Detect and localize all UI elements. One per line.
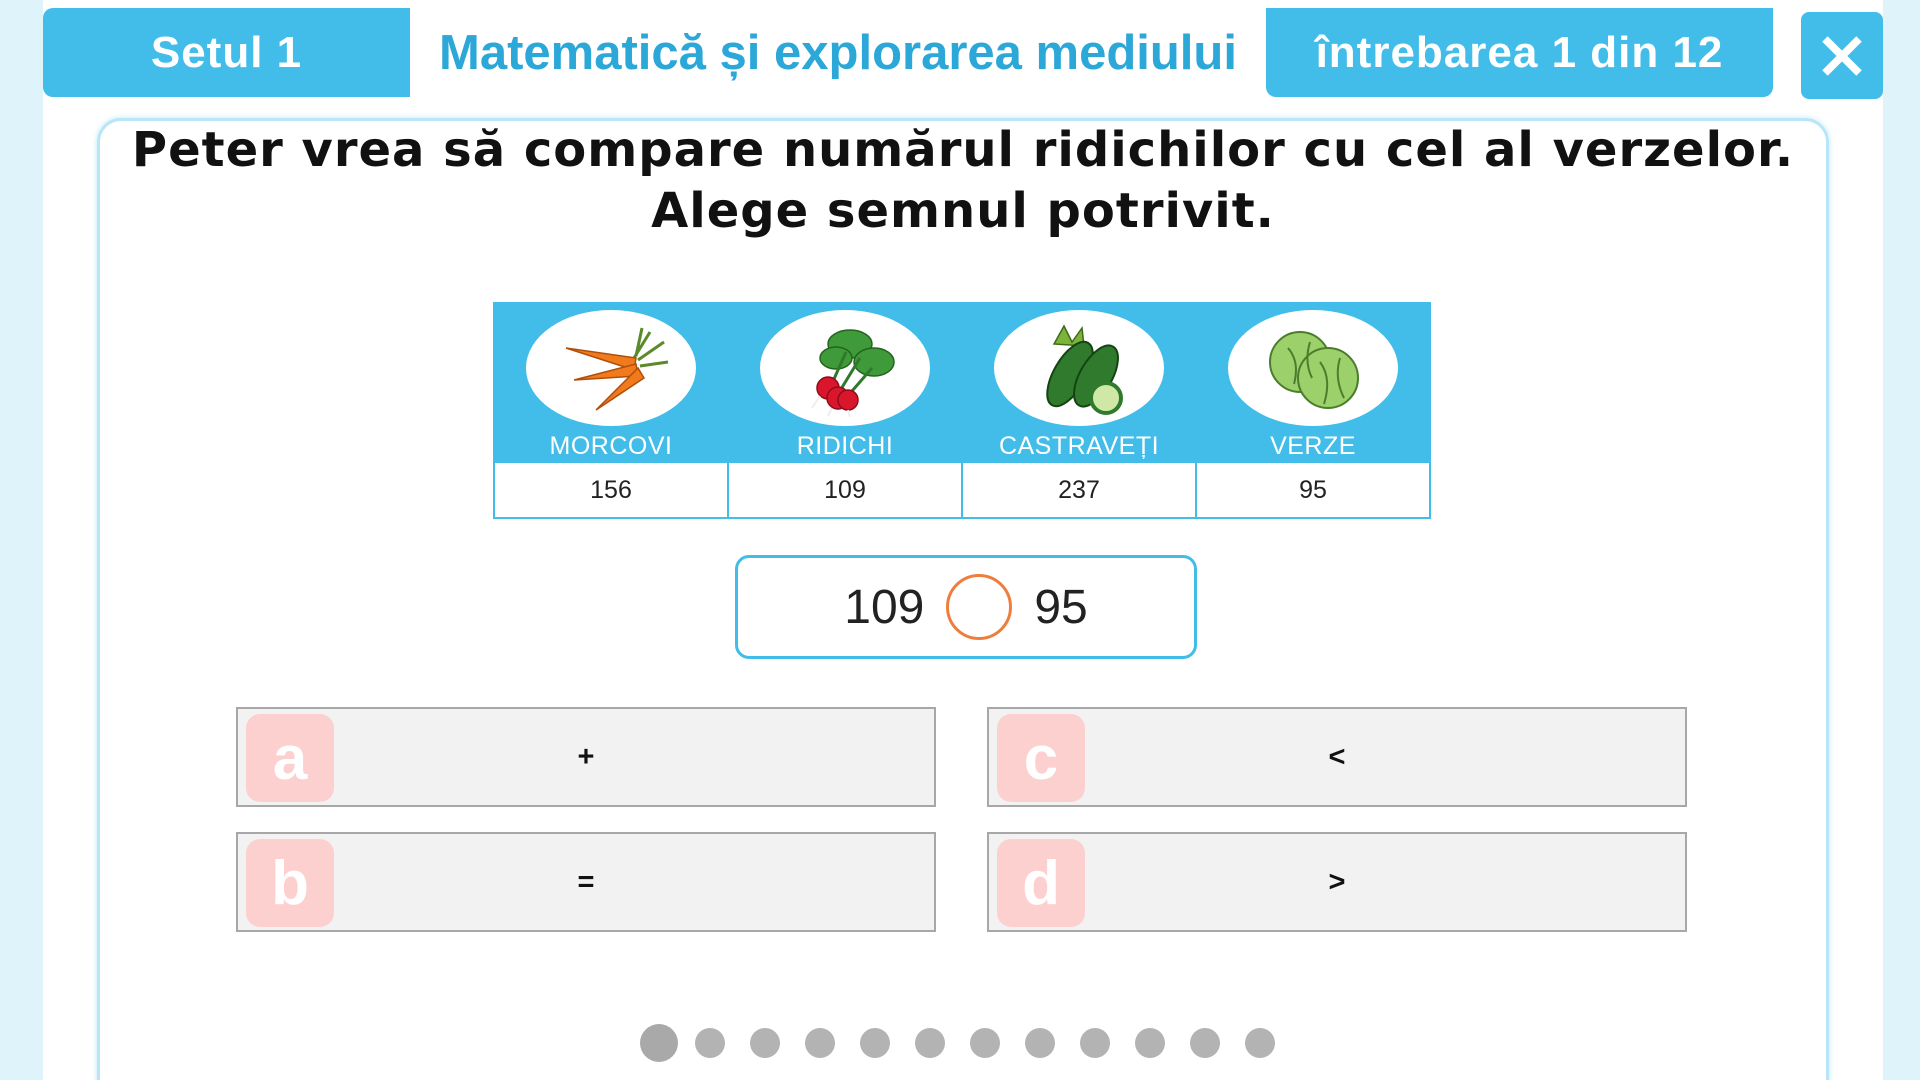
comparison-right-number: 95	[1034, 580, 1088, 634]
cucumbers-value: 237	[961, 461, 1197, 519]
progress-dot-9[interactable]	[1080, 1028, 1110, 1058]
vegetable-table: MORCOVI RIDICHI CASTRAVEȚI VERZE 156 109…	[493, 302, 1431, 519]
progress-dot-4[interactable]	[805, 1028, 835, 1058]
cabbages-value: 95	[1195, 461, 1431, 519]
progress-dot-5[interactable]	[860, 1028, 890, 1058]
option-a-button[interactable]: a +	[236, 707, 936, 807]
subject-title: Matematică și explorarea mediului	[439, 25, 1237, 80]
option-c-symbol: <	[1328, 740, 1346, 773]
cucumber-icon	[1046, 324, 1123, 415]
progress-dot-3[interactable]	[750, 1028, 780, 1058]
option-c-letter: c	[997, 714, 1085, 802]
progress-dot-6[interactable]	[915, 1028, 945, 1058]
radishes-label: RIDICHI	[796, 432, 894, 460]
question-progress-dots	[640, 1024, 1300, 1062]
radishes-header: RIDICHI	[727, 302, 963, 463]
progress-dot-2[interactable]	[695, 1028, 725, 1058]
carrot-icon	[565, 327, 669, 411]
carrots-header: MORCOVI	[493, 302, 729, 463]
cucumbers-header: CASTRAVEȚI	[961, 302, 1197, 463]
progress-dot-7[interactable]	[970, 1028, 1000, 1058]
option-d-button[interactable]: d >	[987, 832, 1687, 932]
option-b-symbol: =	[577, 865, 595, 898]
carrots-value: 156	[493, 461, 729, 519]
set-label: Setul 1	[43, 8, 410, 97]
cabbage-icon	[1269, 331, 1359, 409]
option-d-symbol: >	[1328, 865, 1346, 898]
option-a-symbol: +	[577, 740, 595, 773]
question-counter: întrebarea 1 din 12	[1266, 8, 1773, 97]
option-b-letter: b	[246, 839, 334, 927]
close-button[interactable]	[1801, 12, 1883, 99]
option-d-letter: d	[997, 839, 1085, 927]
question-text: Peter vrea să compare numărul ridichilor…	[97, 120, 1829, 242]
radish-icon	[811, 329, 895, 418]
progress-dot-11[interactable]	[1190, 1028, 1220, 1058]
close-icon	[1822, 35, 1862, 76]
cucumbers-label: CASTRAVEȚI	[998, 432, 1160, 460]
comparison-box: 109 95	[735, 555, 1197, 659]
option-c-button[interactable]: c <	[987, 707, 1687, 807]
radishes-value: 109	[727, 461, 963, 519]
comparison-left-number: 109	[844, 580, 925, 634]
progress-dot-8[interactable]	[1025, 1028, 1055, 1058]
carrots-label: MORCOVI	[549, 432, 673, 460]
question-line-1: Peter vrea să compare numărul ridichilor…	[131, 122, 1795, 178]
question-line-2: Alege semnul potrivit.	[651, 183, 1275, 239]
progress-dot-12[interactable]	[1245, 1028, 1275, 1058]
comparison-sign-slot[interactable]	[946, 574, 1013, 640]
progress-dot-10[interactable]	[1135, 1028, 1165, 1058]
option-a-letter: a	[246, 714, 334, 802]
progress-dot-1[interactable]	[640, 1024, 678, 1062]
option-b-button[interactable]: b =	[236, 832, 936, 932]
cabbages-header: VERZE	[1195, 302, 1431, 463]
cabbages-label: VERZE	[1270, 432, 1356, 460]
